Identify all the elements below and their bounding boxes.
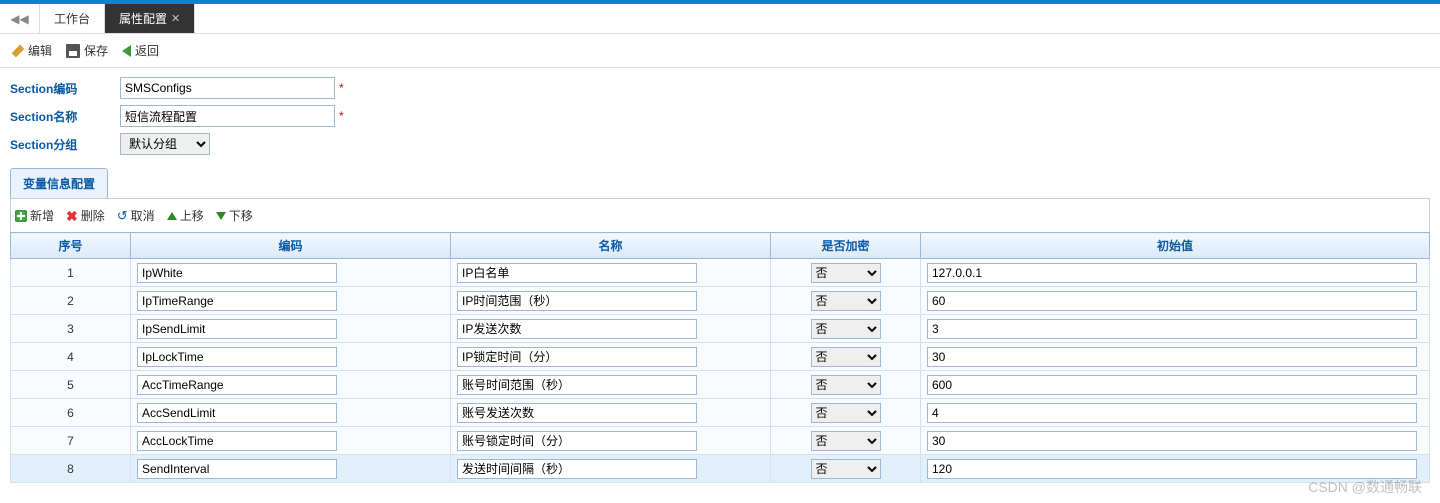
back-button[interactable]: 返回 bbox=[122, 42, 159, 59]
col-header-encrypted[interactable]: 是否加密 bbox=[771, 233, 921, 259]
arrow-up-icon bbox=[167, 212, 177, 220]
tab-strip: ◀◀ 工作台属性配置✕ bbox=[0, 4, 1440, 34]
col-header-index[interactable]: 序号 bbox=[11, 233, 131, 259]
pencil-icon bbox=[12, 44, 25, 57]
name-input[interactable] bbox=[457, 375, 697, 395]
code-input[interactable] bbox=[137, 403, 337, 423]
encrypted-select[interactable]: 否是 bbox=[811, 291, 881, 311]
code-input[interactable] bbox=[137, 291, 337, 311]
name-input[interactable] bbox=[457, 319, 697, 339]
name-input[interactable] bbox=[457, 347, 697, 367]
disk-icon bbox=[66, 44, 80, 58]
moveup-button[interactable]: 上移 bbox=[167, 207, 204, 224]
initial-value-input[interactable] bbox=[927, 375, 1417, 395]
cell-index: 1 bbox=[11, 259, 131, 287]
initial-value-input[interactable] bbox=[927, 291, 1417, 311]
col-header-initial[interactable]: 初始值 bbox=[921, 233, 1430, 259]
grid-toolbar: 新增 ✖ 删除 ↺ 取消 上移 下移 bbox=[10, 198, 1430, 232]
code-input[interactable] bbox=[137, 319, 337, 339]
section-code-label: Section编码 bbox=[10, 80, 120, 97]
table-row[interactable]: 8 否是 bbox=[11, 455, 1430, 483]
collapse-sidebar-button[interactable]: ◀◀ bbox=[0, 4, 40, 33]
initial-value-input[interactable] bbox=[927, 319, 1417, 339]
table-row[interactable]: 2 否是 bbox=[11, 287, 1430, 315]
encrypted-select[interactable]: 否是 bbox=[811, 263, 881, 283]
edit-button[interactable]: 编辑 bbox=[12, 42, 52, 59]
tab-0[interactable]: 工作台 bbox=[40, 4, 105, 33]
save-button-label: 保存 bbox=[84, 42, 108, 59]
code-input[interactable] bbox=[137, 459, 337, 479]
encrypted-select[interactable]: 否是 bbox=[811, 375, 881, 395]
edit-button-label: 编辑 bbox=[28, 42, 52, 59]
cross-icon: ✖ bbox=[66, 210, 78, 222]
name-input[interactable] bbox=[457, 263, 697, 283]
plus-icon bbox=[15, 210, 27, 222]
col-header-code[interactable]: 编码 bbox=[131, 233, 451, 259]
cell-index: 4 bbox=[11, 343, 131, 371]
encrypted-select[interactable]: 否是 bbox=[811, 403, 881, 423]
code-input[interactable] bbox=[137, 347, 337, 367]
initial-value-input[interactable] bbox=[927, 459, 1417, 479]
table-row[interactable]: 5 否是 bbox=[11, 371, 1430, 399]
tab-1[interactable]: 属性配置✕ bbox=[105, 4, 195, 33]
cell-index: 7 bbox=[11, 427, 131, 455]
cell-index: 8 bbox=[11, 455, 131, 483]
close-icon[interactable]: ✕ bbox=[171, 12, 180, 25]
section-form: Section编码 * Section名称 * Section分组 默认分组 bbox=[0, 68, 1440, 168]
table-row[interactable]: 6 否是 bbox=[11, 399, 1430, 427]
section-group-label: Section分组 bbox=[10, 136, 120, 153]
encrypted-select[interactable]: 否是 bbox=[811, 319, 881, 339]
cell-index: 2 bbox=[11, 287, 131, 315]
chevron-double-left-icon: ◀◀ bbox=[10, 12, 28, 26]
code-input[interactable] bbox=[137, 375, 337, 395]
table-row[interactable]: 7 否是 bbox=[11, 427, 1430, 455]
initial-value-input[interactable] bbox=[927, 431, 1417, 451]
code-input[interactable] bbox=[137, 431, 337, 451]
table-row[interactable]: 4 否是 bbox=[11, 343, 1430, 371]
name-input[interactable] bbox=[457, 431, 697, 451]
back-button-label: 返回 bbox=[135, 42, 159, 59]
initial-value-input[interactable] bbox=[927, 403, 1417, 423]
code-input[interactable] bbox=[137, 263, 337, 283]
required-marker: * bbox=[339, 81, 344, 95]
initial-value-input[interactable] bbox=[927, 347, 1417, 367]
section-group-select[interactable]: 默认分组 bbox=[120, 133, 210, 155]
col-header-name[interactable]: 名称 bbox=[451, 233, 771, 259]
section-name-label: Section名称 bbox=[10, 108, 120, 125]
main-toolbar: 编辑 保存 返回 bbox=[0, 34, 1440, 68]
encrypted-select[interactable]: 否是 bbox=[811, 431, 881, 451]
back-arrow-icon bbox=[122, 45, 131, 57]
subtab-variable-config[interactable]: 变量信息配置 bbox=[10, 168, 108, 198]
save-button[interactable]: 保存 bbox=[66, 42, 108, 59]
section-name-input[interactable] bbox=[120, 105, 335, 127]
name-input[interactable] bbox=[457, 459, 697, 479]
arrow-down-icon bbox=[216, 212, 226, 220]
cell-index: 3 bbox=[11, 315, 131, 343]
table-row[interactable]: 1 否是 bbox=[11, 259, 1430, 287]
watermark-text: CSDN @数通畅联 bbox=[1308, 477, 1422, 497]
delete-button[interactable]: ✖ 删除 bbox=[66, 207, 105, 224]
section-code-input[interactable] bbox=[120, 77, 335, 99]
initial-value-input[interactable] bbox=[927, 263, 1417, 283]
name-input[interactable] bbox=[457, 403, 697, 423]
name-input[interactable] bbox=[457, 291, 697, 311]
variable-grid: 序号 编码 名称 是否加密 初始值 1否是2否是3否是4否是5否是6否是7否是8… bbox=[10, 232, 1430, 483]
movedown-button[interactable]: 下移 bbox=[216, 207, 253, 224]
cell-index: 6 bbox=[11, 399, 131, 427]
cell-index: 5 bbox=[11, 371, 131, 399]
cancel-button[interactable]: ↺ 取消 bbox=[117, 207, 155, 224]
table-row[interactable]: 3 否是 bbox=[11, 315, 1430, 343]
undo-icon: ↺ bbox=[117, 208, 128, 224]
encrypted-select[interactable]: 否是 bbox=[811, 347, 881, 367]
required-marker: * bbox=[339, 109, 344, 123]
add-button[interactable]: 新增 bbox=[15, 207, 54, 224]
encrypted-select[interactable]: 否是 bbox=[811, 459, 881, 479]
